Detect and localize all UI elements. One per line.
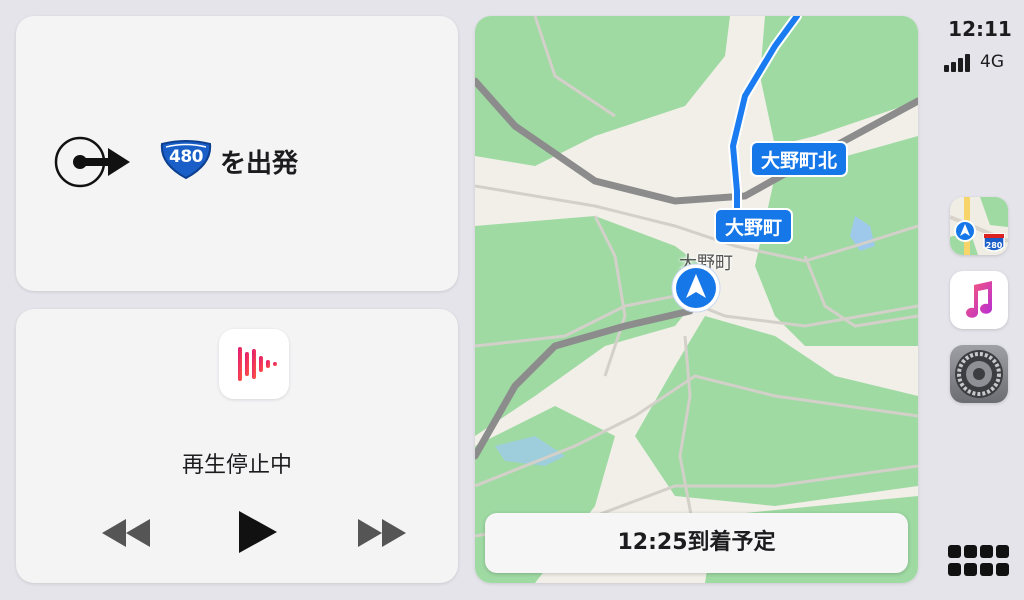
maps-icon: 280: [950, 197, 1008, 255]
exit-maneuver-icon: [54, 136, 130, 188]
rewind-button[interactable]: [98, 515, 154, 551]
map-label-oonomachi[interactable]: 大野町: [714, 208, 794, 244]
current-location-icon: [671, 263, 721, 313]
fast-forward-button[interactable]: [354, 515, 410, 551]
playback-status: 再生停止中: [181, 453, 292, 478]
podcasts-app-tile[interactable]: [219, 329, 289, 399]
app-grid-icon[interactable]: [948, 545, 1010, 577]
eta-bar[interactable]: 12:25到着予定: [485, 513, 908, 573]
settings-app-button[interactable]: [950, 345, 1008, 403]
music-app-button[interactable]: [950, 271, 1008, 329]
now-playing-card[interactable]: 再生停止中: [16, 309, 458, 583]
route-shield-number: 480: [169, 147, 204, 167]
clock-time: 12:11: [948, 17, 1012, 41]
audio-waveform-icon: [238, 347, 277, 381]
map-view[interactable]: 大野町北 大野町 大野町 12:25到着予定: [475, 16, 918, 583]
navigation-card[interactable]: 480 を出発: [16, 16, 458, 291]
maps-app-button[interactable]: 280: [950, 197, 1008, 255]
maps-icon-shield-text: 280: [986, 241, 1003, 250]
settings-gear-icon: [955, 350, 1003, 398]
play-button[interactable]: [231, 507, 281, 557]
cellular-signal-icon: [944, 54, 970, 72]
maneuver-instruction: を出発: [220, 149, 299, 179]
map-label-oonomachi-kita[interactable]: 大野町北: [750, 141, 849, 177]
network-type: 4G: [980, 52, 1004, 72]
music-note-icon: [966, 281, 992, 318]
